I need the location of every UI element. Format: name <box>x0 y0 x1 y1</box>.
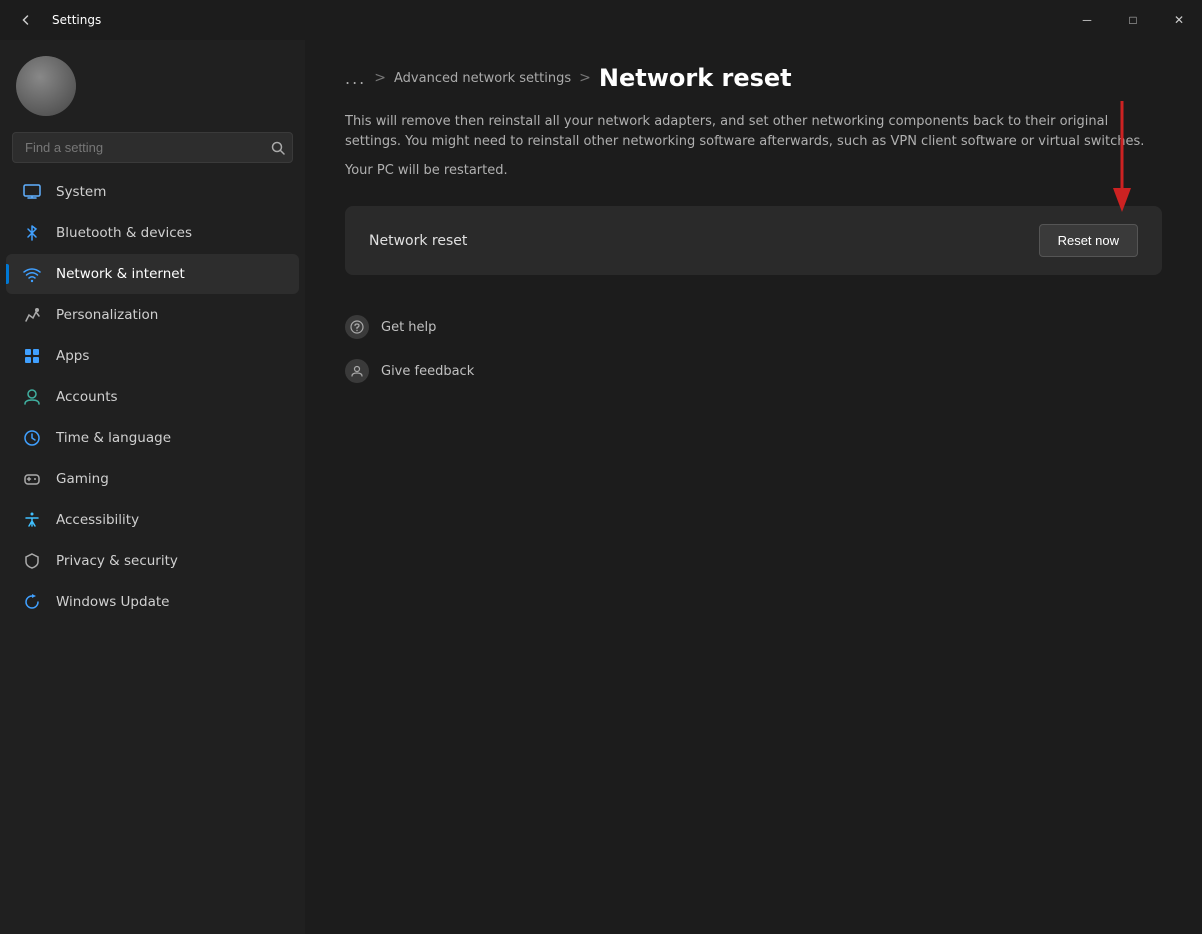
breadcrumb-sep2: > <box>579 70 591 86</box>
titlebar: Settings ─ □ ✕ <box>0 0 1202 40</box>
sidebar-item-label: Apps <box>56 348 89 364</box>
maximize-button[interactable]: □ <box>1110 0 1156 40</box>
app-body: System Bluetooth & devices <box>0 40 1202 934</box>
restart-note: Your PC will be restarted. <box>345 163 1162 178</box>
sidebar-item-label: Accessibility <box>56 512 139 528</box>
sidebar-item-bluetooth[interactable]: Bluetooth & devices <box>6 213 299 253</box>
sidebar-item-accounts[interactable]: Accounts <box>6 377 299 417</box>
user-profile <box>0 40 305 128</box>
reset-card-label: Network reset <box>369 233 467 249</box>
update-icon <box>22 592 42 612</box>
breadcrumb-sep1: > <box>374 70 386 86</box>
search-box <box>12 132 293 163</box>
help-links: Get help Give feedback <box>345 307 1162 391</box>
breadcrumb-dots[interactable]: ... <box>345 69 366 88</box>
personalization-icon <box>22 305 42 325</box>
page-title: Network reset <box>599 64 792 92</box>
sidebar-item-label: Personalization <box>56 307 158 323</box>
gaming-icon <box>22 469 42 489</box>
accounts-icon <box>22 387 42 407</box>
sidebar-item-label: Accounts <box>56 389 118 405</box>
sidebar: System Bluetooth & devices <box>0 40 305 934</box>
avatar <box>16 56 76 116</box>
reset-section: Network reset Reset now <box>345 206 1162 275</box>
give-feedback-label: Give feedback <box>381 364 474 379</box>
titlebar-title: Settings <box>52 13 101 27</box>
system-icon <box>22 182 42 202</box>
get-help-link[interactable]: Get help <box>345 307 1162 347</box>
sidebar-item-personalization[interactable]: Personalization <box>6 295 299 335</box>
sidebar-item-privacy[interactable]: Privacy & security <box>6 541 299 581</box>
reset-now-button[interactable]: Reset now <box>1039 224 1138 257</box>
page-description: This will remove then reinstall all your… <box>345 112 1162 151</box>
sidebar-item-label: Gaming <box>56 471 109 487</box>
apps-icon <box>22 346 42 366</box>
sidebar-item-network[interactable]: Network & internet <box>6 254 299 294</box>
sidebar-item-label: Network & internet <box>56 266 185 282</box>
search-input[interactable] <box>12 132 293 163</box>
breadcrumb: ... > Advanced network settings > Networ… <box>345 64 1162 92</box>
sidebar-item-accessibility[interactable]: Accessibility <box>6 500 299 540</box>
privacy-icon <box>22 551 42 571</box>
sidebar-item-label: Bluetooth & devices <box>56 225 192 241</box>
network-icon <box>22 264 42 284</box>
close-button[interactable]: ✕ <box>1156 0 1202 40</box>
search-button[interactable] <box>271 141 285 155</box>
window-controls: ─ □ ✕ <box>1064 0 1202 40</box>
sidebar-item-label: Time & language <box>56 430 171 446</box>
sidebar-item-label: Privacy & security <box>56 553 178 569</box>
time-icon <box>22 428 42 448</box>
sidebar-item-system[interactable]: System <box>6 172 299 212</box>
back-button[interactable] <box>12 6 40 34</box>
sidebar-item-apps[interactable]: Apps <box>6 336 299 376</box>
bluetooth-icon <box>22 223 42 243</box>
sidebar-item-label: System <box>56 184 106 200</box>
sidebar-item-update[interactable]: Windows Update <box>6 582 299 622</box>
breadcrumb-link[interactable]: Advanced network settings <box>394 71 571 86</box>
get-help-icon <box>345 315 369 339</box>
sidebar-item-time[interactable]: Time & language <box>6 418 299 458</box>
give-feedback-link[interactable]: Give feedback <box>345 351 1162 391</box>
content-area: ... > Advanced network settings > Networ… <box>305 40 1202 934</box>
sidebar-item-label: Windows Update <box>56 594 169 610</box>
sidebar-item-gaming[interactable]: Gaming <box>6 459 299 499</box>
accessibility-icon <box>22 510 42 530</box>
give-feedback-icon <box>345 359 369 383</box>
network-reset-card: Network reset Reset now <box>345 206 1162 275</box>
minimize-button[interactable]: ─ <box>1064 0 1110 40</box>
get-help-label: Get help <box>381 320 436 335</box>
sidebar-nav: System Bluetooth & devices <box>0 171 305 623</box>
